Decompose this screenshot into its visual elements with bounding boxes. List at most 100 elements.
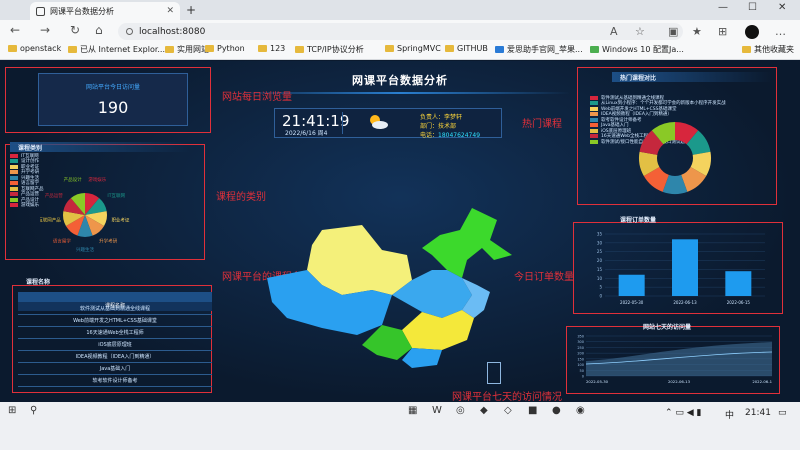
x-tick-label: 2022-05-30 bbox=[586, 379, 609, 384]
x-tick-label: 2022-06-13 bbox=[668, 379, 691, 384]
bookmark-item[interactable]: SpringMVC bbox=[385, 44, 441, 53]
list-header bbox=[18, 292, 212, 302]
app-icon[interactable]: ● bbox=[552, 405, 561, 416]
hot-title-bar: 热门课程对比 bbox=[612, 72, 772, 82]
bookmark-item[interactable]: Python bbox=[205, 44, 245, 53]
url-input[interactable]: localhost:8080 bbox=[118, 23, 683, 40]
explorer-icon[interactable]: ▦ bbox=[408, 405, 417, 416]
taskbar-clock[interactable]: 21:41 bbox=[745, 408, 771, 418]
table-row[interactable]: 软考软件设计师备考 bbox=[18, 376, 212, 387]
collections-icon[interactable]: ⊞ bbox=[718, 25, 727, 38]
y-tick-label: 15 bbox=[597, 267, 603, 272]
close-window-button[interactable]: ✕ bbox=[778, 2, 786, 13]
word-icon[interactable]: W bbox=[432, 405, 442, 416]
y-tick-label: 5 bbox=[599, 285, 602, 290]
y-tick-label: 350 bbox=[577, 335, 584, 339]
bookmark-item[interactable]: TCP/IP协议分析 bbox=[295, 44, 364, 55]
folder-icon bbox=[8, 45, 17, 52]
annotation-category: 课程的类别 bbox=[216, 192, 266, 203]
read-aloud-icon[interactable]: A bbox=[610, 25, 618, 38]
favorite-icon[interactable]: ☆ bbox=[635, 25, 645, 38]
annotation-orders: 今日订单数量 bbox=[514, 272, 574, 283]
bookmark-item[interactable]: 123 bbox=[258, 44, 285, 53]
search-icon[interactable]: ⚲ bbox=[30, 405, 37, 416]
bookmark-item[interactable]: 爱思助手官网_苹果... bbox=[495, 44, 583, 55]
more-icon[interactable]: … bbox=[775, 25, 786, 38]
area-series bbox=[586, 342, 772, 376]
bar[interactable] bbox=[618, 274, 645, 296]
folder-icon bbox=[258, 45, 267, 52]
y-tick-label: 20 bbox=[597, 258, 603, 263]
orders-bar-chart: 0 5 10 15 20 25 30 35 2022-05-30 2022-06-13 2022-0… bbox=[597, 232, 765, 305]
forward-icon[interactable]: → bbox=[40, 23, 50, 37]
folder-icon bbox=[165, 46, 174, 53]
table-row[interactable]: 16天速通Web全栈工程师 bbox=[18, 328, 212, 339]
tab-title: 网课平台数据分析 bbox=[50, 6, 114, 16]
folder-icon bbox=[295, 46, 304, 53]
table-row[interactable]: 软件测试从基础到精通全线课程 bbox=[18, 304, 212, 315]
maximize-button[interactable]: ☐ bbox=[748, 2, 757, 13]
pie-label: IT互联网 bbox=[107, 192, 125, 199]
pie-label: 职业考证 bbox=[111, 216, 129, 223]
link-icon bbox=[495, 46, 504, 53]
y-tick-label: 200 bbox=[577, 352, 584, 356]
bookmark-item[interactable]: GITHUB bbox=[445, 44, 488, 53]
divider bbox=[342, 112, 343, 134]
table-row[interactable]: Java基础入门 bbox=[18, 364, 212, 375]
url-text: localhost:8080 bbox=[139, 26, 206, 37]
minimize-button[interactable]: — bbox=[718, 2, 728, 13]
back-icon[interactable]: ← bbox=[10, 23, 20, 37]
input-lang[interactable]: 中 bbox=[725, 408, 734, 421]
app-icon[interactable]: ◇ bbox=[504, 405, 512, 416]
table-row[interactable]: IDEA视频教程（IDEA入门到精通） bbox=[18, 352, 212, 363]
bookmark-item[interactable]: 已从 Internet Explor... bbox=[68, 44, 165, 55]
pie-label: 语言留学 bbox=[53, 238, 71, 245]
refresh-icon[interactable]: ↻ bbox=[70, 23, 80, 37]
legend-item[interactable]: 游戏娱乐 bbox=[10, 203, 44, 208]
china-map bbox=[267, 208, 512, 368]
favorites-icon[interactable]: ★ bbox=[692, 25, 702, 38]
x-tick-label: 2022-06-13 bbox=[673, 300, 697, 305]
y-tick-label: 0 bbox=[582, 375, 584, 379]
app-icon[interactable]: ◆ bbox=[480, 405, 488, 416]
bar[interactable] bbox=[725, 271, 752, 296]
bookmark-item[interactable]: Windows 10 配置Ja... bbox=[590, 44, 684, 55]
profile-avatar[interactable] bbox=[745, 25, 759, 39]
firefox-icon[interactable]: ◉ bbox=[576, 405, 585, 416]
annotation-visits7: 网课平台七天的访问情况 bbox=[452, 392, 562, 403]
start-icon[interactable]: ⊞ bbox=[8, 405, 16, 416]
tab-favicon-icon bbox=[36, 6, 45, 16]
visits7-title-bar: 网站七天的访问量 bbox=[643, 323, 692, 331]
course-title-bar: 课程名称 bbox=[26, 278, 51, 286]
y-tick-label: 100 bbox=[577, 363, 584, 367]
pie-label: 互联网产品 bbox=[40, 216, 61, 223]
info-icon bbox=[126, 28, 133, 35]
x-tick-label: 2022-05-30 bbox=[620, 300, 644, 305]
table-row[interactable]: iOS底层原理班 bbox=[18, 340, 212, 351]
x-tick-label: 2022-06-1 bbox=[752, 379, 772, 384]
table-row[interactable]: Web前端开发之HTML+CSS基础课堂 bbox=[18, 316, 212, 327]
visit-label: 网站平台今日访问量 bbox=[85, 84, 140, 91]
bar[interactable] bbox=[672, 239, 698, 296]
notification-icon[interactable]: ▭ bbox=[778, 408, 787, 418]
annotation-daily: 网站每日浏览量 bbox=[222, 92, 292, 103]
home-icon[interactable]: ⌂ bbox=[95, 23, 103, 37]
y-tick-label: 50 bbox=[580, 369, 584, 373]
category-title-bar: 课程类别 bbox=[10, 142, 190, 152]
browser-tab[interactable]: 网课平台数据分析 ✕ bbox=[30, 2, 180, 20]
bookmark-item[interactable]: 实用网站 bbox=[165, 44, 209, 55]
tab-close-icon[interactable]: ✕ bbox=[166, 6, 174, 16]
pie-label: 升学考研 bbox=[99, 238, 117, 245]
app-icon[interactable]: ■ bbox=[528, 405, 537, 416]
bookmark-item[interactable]: openstack bbox=[8, 44, 61, 53]
new-tab-button[interactable]: + bbox=[186, 3, 196, 17]
bookmark-item[interactable]: 其他收藏夹 bbox=[742, 44, 794, 55]
weather-icon bbox=[370, 115, 388, 129]
leader-info: 负责人：李梦轩 部门：技术部 电话：18047624749 bbox=[420, 114, 481, 139]
tray-icons[interactable]: ⌃ ▭ ◀ ▮ bbox=[665, 408, 702, 418]
y-tick-label: 25 bbox=[597, 249, 603, 254]
orders-title-bar: 课程订单数量 bbox=[620, 216, 657, 224]
folder-icon bbox=[445, 45, 454, 52]
edge-icon[interactable]: ◎ bbox=[456, 405, 465, 416]
extension-icon[interactable]: ▣ bbox=[668, 25, 678, 38]
